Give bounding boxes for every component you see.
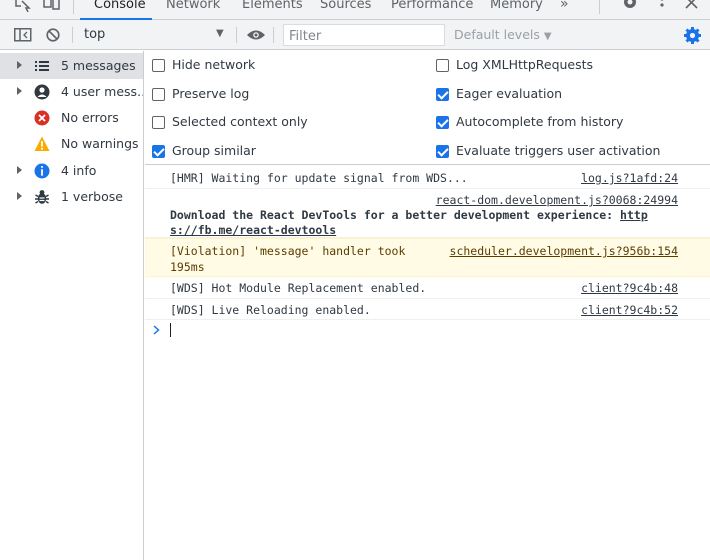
console-message-violation: [Violation] 'message' handler took 195ms…	[145, 238, 710, 277]
message-text: [WDS] Hot Module Replacement enabled.	[170, 281, 427, 295]
toolbar-divider	[72, 27, 73, 43]
warning-icon	[34, 136, 50, 151]
console-settings-pane: Hide network Preserve log Selected conte…	[145, 51, 710, 165]
sidebar-item-label: 4 info	[61, 163, 97, 178]
context-dropdown-icon[interactable]: ▼	[216, 28, 224, 39]
console-message: [WDS] Live Reloading enabled. client?9c4…	[145, 299, 710, 320]
tab-elements[interactable]: Elements	[242, 0, 303, 12]
message-source-link[interactable]: react-dom.development.js?0068:24994	[436, 193, 678, 207]
gear-icon[interactable]	[621, 0, 639, 12]
message-url-link-continued[interactable]: s://fb.me/react-devtools	[170, 223, 336, 237]
error-icon	[34, 110, 50, 126]
tab-network[interactable]: Network	[166, 0, 220, 12]
sidebar-item-info[interactable]: 4 info	[0, 158, 143, 184]
setting-label: Eager evaluation	[456, 86, 563, 101]
autocomplete-history-checkbox[interactable]	[436, 116, 449, 129]
eager-evaluation-checkbox[interactable]	[436, 88, 449, 101]
inspect-element-icon[interactable]	[13, 0, 31, 12]
eye-icon[interactable]	[246, 29, 266, 41]
message-url-link[interactable]: http	[620, 208, 648, 222]
clear-console-icon[interactable]	[46, 28, 60, 42]
toolbar-divider	[236, 27, 237, 43]
hide-network-checkbox[interactable]	[152, 59, 165, 72]
console-prompt[interactable]	[145, 320, 710, 340]
sidebar-item-messages[interactable]: 5 messages	[0, 53, 143, 79]
sidebar-item-label: No warnings	[61, 136, 139, 151]
tab-performance[interactable]: Performance	[391, 0, 473, 12]
message-text: Download the React DevTools for a better…	[170, 208, 648, 222]
sidebar-item-user-messages[interactable]: 4 user mess…	[0, 79, 143, 105]
console-message: react-dom.development.js?0068:24994 Down…	[145, 189, 710, 238]
devtools-tab-bar: Console Network Elements Sources Perform…	[0, 0, 710, 20]
device-toolbar-icon[interactable]	[43, 0, 61, 12]
prompt-chevron-icon	[153, 325, 160, 335]
console-message: [WDS] Hot Module Replacement enabled. cl…	[145, 277, 710, 299]
expand-arrow-icon[interactable]	[17, 61, 22, 69]
bug-icon	[35, 190, 49, 204]
console-sidebar: 5 messages 4 user mess… No errors No war…	[0, 51, 144, 560]
group-similar-checkbox[interactable]	[152, 145, 165, 158]
console-message: [HMR] Waiting for update signal from WDS…	[145, 166, 710, 189]
expand-arrow-icon[interactable]	[17, 192, 22, 200]
sidebar-item-label: 1 verbose	[61, 189, 123, 204]
sidebar-item-label: 5 messages	[61, 58, 136, 73]
setting-label: Group similar	[172, 143, 256, 158]
setting-label: Log XMLHttpRequests	[456, 57, 594, 72]
message-text: [Violation] 'message' handler took	[170, 244, 406, 258]
user-icon	[34, 84, 50, 100]
list-icon	[35, 61, 49, 71]
sidebar-item-verbose[interactable]: 1 verbose	[0, 184, 143, 210]
log-levels-dropdown[interactable]: Default levels ▼	[454, 27, 552, 42]
message-text-bold: Download the React DevTools for a better…	[170, 208, 621, 222]
setting-label: Autocomplete from history	[456, 114, 624, 129]
tab-memory[interactable]: Memory	[490, 0, 543, 12]
evaluate-triggers-checkbox[interactable]	[436, 145, 449, 158]
chevron-down-icon: ▼	[543, 31, 552, 42]
filter-placeholder: Filter	[289, 29, 322, 44]
text-cursor	[170, 323, 171, 337]
sidebar-item-errors[interactable]: No errors	[0, 105, 143, 131]
message-text: [WDS] Live Reloading enabled.	[170, 303, 371, 317]
expand-arrow-icon[interactable]	[17, 166, 22, 174]
close-icon[interactable]	[685, 0, 699, 11]
sidebar-item-label: 4 user mess…	[61, 84, 143, 99]
tab-divider	[73, 0, 74, 14]
message-source-link[interactable]: scheduler.development.js?956b:154	[450, 244, 678, 258]
message-source-link[interactable]: client?9c4b:48	[581, 281, 678, 295]
message-text-continued: 195ms	[170, 260, 205, 274]
console-toolbar: top ▼ Filter Default levels ▼	[0, 20, 710, 50]
selected-context-checkbox[interactable]	[152, 116, 165, 129]
preserve-log-checkbox[interactable]	[152, 88, 165, 101]
expand-arrow-icon[interactable]	[17, 87, 22, 95]
more-options-icon[interactable]	[657, 0, 667, 13]
tab-divider	[599, 0, 600, 14]
console-settings-gear-icon[interactable]	[684, 27, 701, 44]
more-tabs-icon[interactable]: »	[560, 0, 569, 12]
log-levels-label: Default levels	[454, 27, 540, 42]
info-icon	[34, 163, 50, 179]
setting-label: Selected context only	[172, 114, 308, 129]
setting-label: Evaluate triggers user activation	[456, 143, 661, 158]
sidebar-item-label: No errors	[61, 110, 119, 125]
toolbar-divider	[273, 27, 274, 43]
tab-console[interactable]: Console	[94, 0, 146, 12]
setting-label: Hide network	[172, 57, 256, 72]
sidebar-toggle-icon[interactable]	[14, 28, 32, 42]
message-source-link[interactable]: log.js?1afd:24	[581, 171, 678, 185]
message-source-link[interactable]: client?9c4b:52	[581, 303, 678, 317]
message-text: [HMR] Waiting for update signal from WDS…	[170, 171, 468, 185]
filter-input[interactable]: Filter	[283, 24, 445, 46]
context-selector[interactable]: top	[84, 27, 105, 42]
log-xhr-checkbox[interactable]	[436, 59, 449, 72]
setting-label: Preserve log	[172, 86, 250, 101]
tab-sources[interactable]: Sources	[320, 0, 371, 12]
sidebar-item-warnings[interactable]: No warnings	[0, 131, 143, 157]
